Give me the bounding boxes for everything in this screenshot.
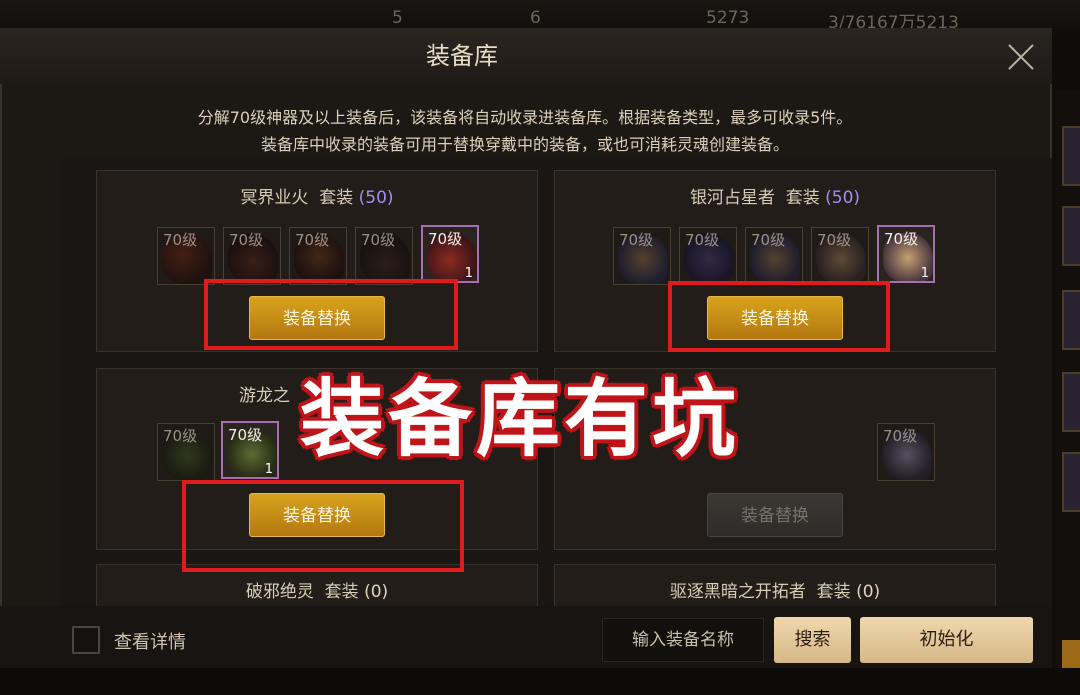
item-thumbnail bbox=[1062, 372, 1080, 432]
set-suffix: 套装 bbox=[324, 582, 359, 602]
equipment-slot[interactable]: 70级 bbox=[613, 227, 671, 285]
set-title: 冥界业火 套装 (50) bbox=[97, 183, 537, 208]
equipment-search-input[interactable]: 输入装备名称 bbox=[602, 618, 764, 662]
set-card: 驱逐黑暗之开拓者 套装 (0) bbox=[554, 564, 996, 606]
item-thumbnail bbox=[1062, 290, 1080, 350]
equipment-slot[interactable]: 70级 1 bbox=[221, 421, 279, 479]
equipment-slot[interactable]: 70级 bbox=[745, 227, 803, 285]
set-title: 破邪绝灵 套装 (0) bbox=[97, 577, 537, 602]
set-name: 游龙之 bbox=[239, 386, 290, 406]
set-suffix: 套装 bbox=[319, 188, 354, 208]
replace-equipment-button-disabled[interactable]: 装备替换 bbox=[707, 493, 843, 537]
close-icon[interactable] bbox=[1004, 40, 1038, 74]
set-suffix: 套装 bbox=[816, 582, 851, 602]
view-details-checkbox[interactable] bbox=[72, 626, 100, 654]
equipment-slot[interactable]: 70级 1 bbox=[877, 225, 935, 283]
set-count: (50) bbox=[358, 188, 394, 208]
equipment-slot[interactable]: 70级 bbox=[157, 423, 215, 481]
red-highlight-box bbox=[182, 480, 464, 572]
dialog-description: 分解70级神器及以上装备后，该装备将自动收录进装备库。根据装备类型，最多可收录5… bbox=[197, 108, 853, 127]
top-stat: 5273 bbox=[706, 8, 750, 28]
set-name: 银河占星者 bbox=[689, 188, 775, 208]
equipment-slot[interactable]: 70级 1 bbox=[421, 225, 479, 283]
top-stat: 6 bbox=[530, 8, 541, 28]
set-suffix: 套装 bbox=[785, 188, 820, 208]
top-stat: 5 bbox=[392, 8, 403, 28]
set-count: (0) bbox=[856, 582, 881, 602]
item-thumbnail bbox=[1062, 452, 1080, 512]
equipment-slot[interactable]: 70级 bbox=[157, 227, 215, 285]
set-title: 银河占星者 套装 (50) bbox=[555, 183, 995, 208]
set-title: 驱逐黑暗之开拓者 套装 (0) bbox=[555, 577, 995, 602]
set-count: (50) bbox=[825, 188, 861, 208]
equipment-slot[interactable]: 70级 bbox=[223, 227, 281, 285]
set-name: 驱逐黑暗之开拓者 bbox=[669, 582, 806, 602]
equipment-slot[interactable]: 70级 bbox=[355, 227, 413, 285]
equipment-slot[interactable]: 70级 bbox=[877, 423, 935, 481]
background-bottom-strip bbox=[0, 668, 1080, 695]
reset-button[interactable]: 初始化 bbox=[860, 617, 1033, 663]
dialog-title: 装备库 bbox=[426, 42, 498, 70]
overlay-caption: 装备库有坑 bbox=[300, 370, 741, 468]
dialog-description: 装备库中收录的装备可用于替换穿戴中的装备，或也可消耗灵魂创建装备。 bbox=[260, 135, 789, 154]
set-name: 冥界业火 bbox=[240, 188, 309, 208]
item-thumbnail bbox=[1062, 206, 1080, 266]
equipment-slot[interactable]: 70级 bbox=[811, 227, 869, 285]
equipment-slot[interactable]: 70级 bbox=[679, 227, 737, 285]
red-highlight-box bbox=[204, 279, 458, 350]
set-count: (0) bbox=[364, 582, 389, 602]
view-details-label[interactable]: 查看详情 bbox=[114, 628, 186, 654]
set-name: 破邪绝灵 bbox=[245, 582, 314, 602]
search-button[interactable]: 搜索 bbox=[774, 617, 851, 663]
equipment-slot[interactable]: 70级 bbox=[289, 227, 347, 285]
set-title: 游龙之 bbox=[239, 381, 290, 406]
red-highlight-box bbox=[668, 281, 890, 352]
item-thumbnail bbox=[1062, 126, 1080, 186]
